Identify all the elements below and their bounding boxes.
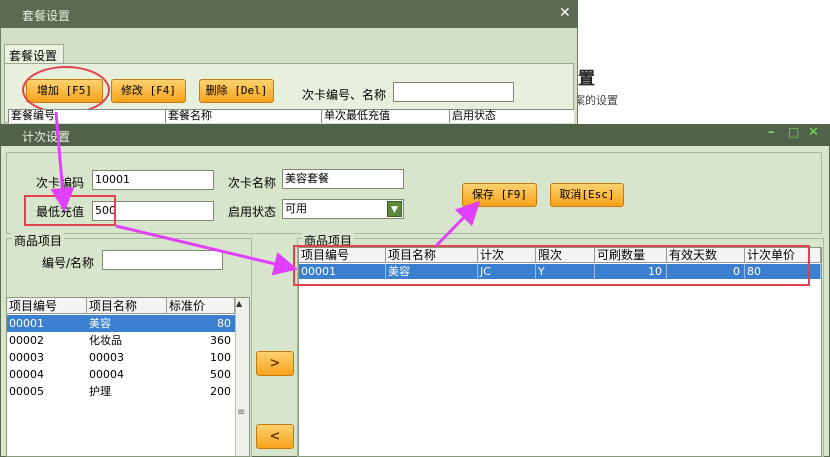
package-window-titlebar[interactable] (0, 0, 578, 28)
table-row[interactable]: 00003 00003 100 (7, 349, 235, 366)
card-name-input[interactable]: 美容套餐 (282, 169, 404, 189)
col-header-standard-price[interactable]: 标准价 (167, 298, 235, 314)
vertical-scrollbar[interactable] (235, 298, 249, 456)
item-code: 00001 (9, 317, 44, 330)
scroll-thumb[interactable]: ≡ (237, 407, 245, 418)
save-button[interactable]: 保存 [F9] (462, 183, 537, 207)
table-row[interactable]: 00004 00004 500 (7, 366, 235, 383)
item-price: 100 (210, 351, 231, 364)
table-row[interactable]: 00001 美容 80 (7, 315, 235, 332)
edit-button[interactable]: 修改 [F4] (111, 79, 186, 103)
tab-label: 套餐设置 (9, 49, 58, 63)
card-search-label: 次卡编号、名称 (302, 88, 387, 102)
count-window-title: 计次设置 (22, 130, 71, 144)
annotation-circle (22, 66, 110, 114)
item-name: 00003 (89, 351, 124, 364)
add-item-button[interactable]: > (256, 351, 294, 376)
card-form-panel (6, 152, 822, 234)
item-name: 护理 (89, 385, 111, 398)
table-row[interactable]: 00002 化妆品 360 (7, 332, 235, 349)
item-price: 360 (210, 334, 231, 347)
background-heading: 置 (578, 69, 595, 89)
annotation-box-selected-row (293, 245, 810, 286)
item-name: 00004 (89, 368, 124, 381)
available-items-title: 商品项目 (12, 232, 65, 249)
card-code-input[interactable]: 10001 (92, 170, 214, 190)
grid-header-status[interactable]: 启用状态 (449, 109, 574, 123)
item-code: 00003 (9, 351, 44, 364)
item-search-label: 编号/名称 (42, 256, 95, 270)
count-window-titlebar[interactable] (0, 124, 830, 146)
card-code-label: 次卡编码 (36, 176, 85, 190)
col-header-item-name[interactable]: 项目名称 (87, 298, 167, 314)
annotation-box-min-recharge (24, 195, 116, 226)
item-price: 200 (210, 385, 231, 398)
status-select[interactable]: 可用 (282, 199, 404, 219)
grid-header-min-recharge[interactable]: 单次最低充值 (321, 109, 449, 123)
package-window-title: 套餐设置 (22, 9, 71, 23)
col-header-item-code[interactable]: 项目编号 (7, 298, 87, 314)
maximize-icon[interactable]: □ (788, 125, 799, 139)
item-search-input[interactable] (102, 250, 223, 270)
close-icon[interactable]: ✕ (808, 125, 819, 140)
delete-button[interactable]: 删除 [Del] (199, 79, 274, 103)
cancel-button[interactable]: 取消[Esc] (550, 183, 624, 207)
card-search-input[interactable] (393, 82, 514, 102)
card-name-label: 次卡名称 (228, 176, 277, 190)
item-price: 80 (217, 317, 231, 330)
item-price: 500 (210, 368, 231, 381)
grid-header-package-code[interactable]: 套餐编号 (8, 109, 165, 123)
item-code: 00002 (9, 334, 44, 347)
status-label: 启用状态 (228, 205, 277, 219)
scroll-up-icon[interactable]: ▲ (236, 299, 242, 308)
item-name: 美容 (89, 317, 111, 330)
minimize-icon[interactable]: – (768, 125, 775, 140)
item-name: 化妆品 (89, 334, 122, 347)
close-icon[interactable]: ✕ (559, 5, 571, 21)
item-code: 00004 (9, 368, 44, 381)
remove-item-button[interactable]: < (256, 424, 294, 449)
grid-header-package-name[interactable]: 套餐名称 (165, 109, 321, 123)
chevron-down-icon[interactable]: ▼ (387, 201, 402, 217)
item-code: 00005 (9, 385, 44, 398)
table-row[interactable]: 00005 护理 200 (7, 383, 235, 400)
background-subtext: 案的设置 (574, 94, 618, 107)
